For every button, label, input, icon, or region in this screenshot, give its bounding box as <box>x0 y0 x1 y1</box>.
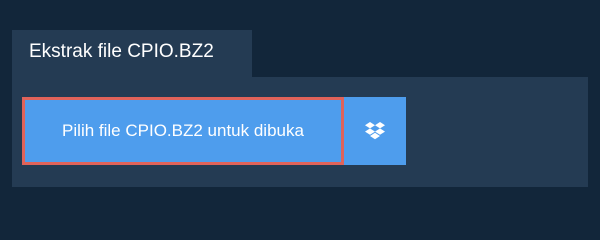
choose-file-button-label: Pilih file CPIO.BZ2 untuk dibuka <box>62 121 304 140</box>
dropbox-icon <box>364 121 386 141</box>
file-select-panel: Pilih file CPIO.BZ2 untuk dibuka <box>12 77 588 187</box>
choose-file-button[interactable]: Pilih file CPIO.BZ2 untuk dibuka <box>22 97 344 165</box>
dropbox-button[interactable] <box>344 97 406 165</box>
tab-label: Ekstrak file CPIO.BZ2 <box>29 41 214 62</box>
tab-extract-file[interactable]: Ekstrak file CPIO.BZ2 <box>12 30 252 77</box>
